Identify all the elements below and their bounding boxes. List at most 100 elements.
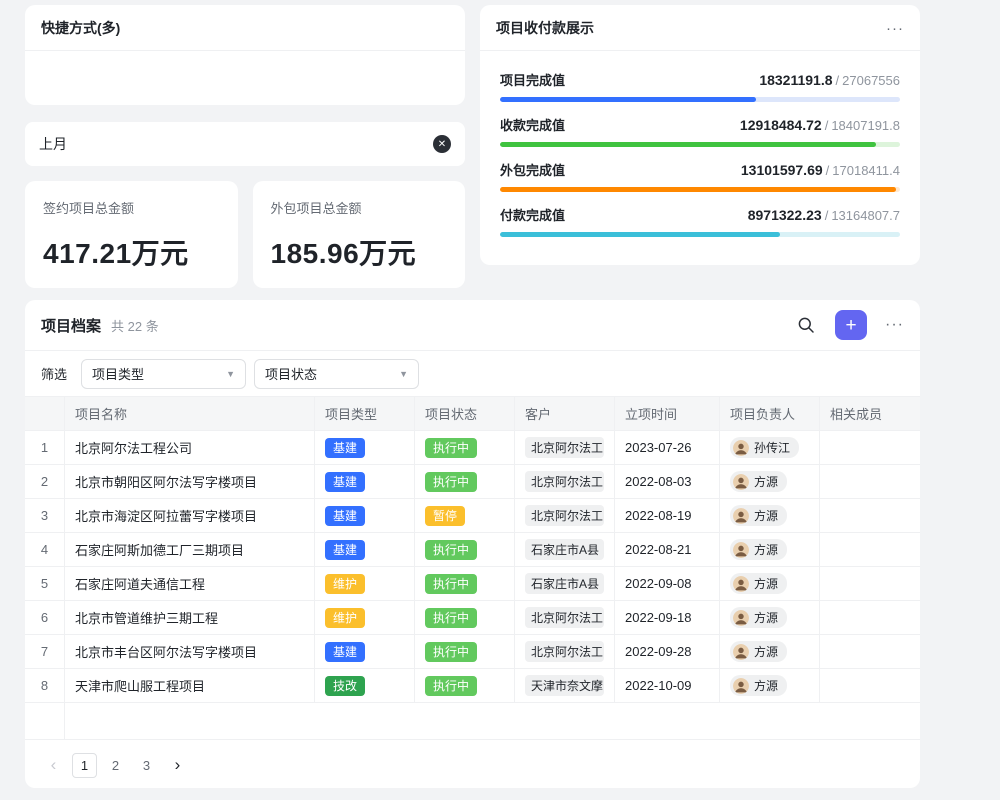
owner-cell[interactable]: 方源	[720, 533, 820, 566]
table-row[interactable]: 8 天津市爬山服工程项目 技改 执行中 天津市奈文摩 2022-10-09 方源	[25, 669, 920, 703]
customer-cell[interactable]: 北京阿尔法工	[515, 635, 615, 668]
add-record-button[interactable]: +	[835, 310, 867, 340]
members-cell[interactable]	[820, 431, 920, 464]
column-header-status[interactable]: 项目状态	[415, 397, 515, 430]
start-date-cell[interactable]: 2022-08-21	[615, 533, 720, 566]
record-count: 共 22 条	[111, 316, 159, 335]
project-status-cell[interactable]: 执行中	[415, 533, 515, 566]
shortcuts-title: 快捷方式(多)	[41, 18, 120, 38]
owner-cell[interactable]: 方源	[720, 465, 820, 498]
more-icon[interactable]: ···	[886, 20, 904, 37]
table-row[interactable]: 3 北京市海淀区阿拉蕾写字楼项目 基建 暂停 北京阿尔法工 2022-08-19…	[25, 499, 920, 533]
progress-label: 收款完成值	[500, 115, 565, 134]
project-name-cell[interactable]: 石家庄阿斯加德工厂三期项目	[65, 533, 315, 566]
project-type-cell[interactable]: 基建	[315, 465, 415, 498]
project-type-cell[interactable]: 基建	[315, 533, 415, 566]
start-date-cell[interactable]: 2022-08-03	[615, 465, 720, 498]
project-type-cell[interactable]: 技改	[315, 669, 415, 702]
project-name-cell[interactable]: 石家庄阿道夫通信工程	[65, 567, 315, 600]
customer-chip: 北京阿尔法工	[525, 505, 604, 526]
customer-cell[interactable]: 北京阿尔法工	[515, 499, 615, 532]
column-header-type[interactable]: 项目类型	[315, 397, 415, 430]
row-index: 5	[25, 567, 65, 600]
start-date-cell[interactable]: 2022-09-08	[615, 567, 720, 600]
progress-fill	[500, 187, 896, 192]
customer-chip: 北京阿尔法工	[525, 607, 604, 628]
row-index: 6	[25, 601, 65, 634]
owner-cell[interactable]: 孙传江	[720, 431, 820, 464]
members-cell[interactable]	[820, 465, 920, 498]
project-status-cell[interactable]: 执行中	[415, 567, 515, 600]
members-cell[interactable]	[820, 601, 920, 634]
project-name-cell[interactable]: 天津市爬山服工程项目	[65, 669, 315, 702]
customer-cell[interactable]: 北京阿尔法工	[515, 431, 615, 464]
project-status-cell[interactable]: 执行中	[415, 465, 515, 498]
chevron-down-icon: ▼	[399, 369, 408, 379]
table-row[interactable]: 7 北京市丰台区阿尔法写字楼项目 基建 执行中 北京阿尔法工 2022-09-2…	[25, 635, 920, 669]
avatar	[733, 678, 749, 694]
table-header-row: 项目名称 项目类型 项目状态 客户 立项时间 项目负责人 相关成员	[25, 396, 920, 431]
customer-cell[interactable]: 北京阿尔法工	[515, 601, 615, 634]
project-status-cell[interactable]: 执行中	[415, 601, 515, 634]
table-row[interactable]: 1 北京阿尔法工程公司 基建 执行中 北京阿尔法工 2023-07-26 孙传江	[25, 431, 920, 465]
pagination-prev-icon[interactable]: ‹	[41, 753, 66, 778]
customer-cell[interactable]: 石家庄市A县	[515, 567, 615, 600]
start-date-cell[interactable]: 2022-08-19	[615, 499, 720, 532]
project-status-cell[interactable]: 执行中	[415, 635, 515, 668]
table-row[interactable]: 6 北京市管道维护三期工程 维护 执行中 北京阿尔法工 2022-09-18 方…	[25, 601, 920, 635]
members-cell[interactable]	[820, 499, 920, 532]
pagination-page-3[interactable]: 3	[134, 753, 159, 778]
customer-cell[interactable]: 石家庄市A县	[515, 533, 615, 566]
pagination-page-2[interactable]: 2	[103, 753, 128, 778]
project-status-cell[interactable]: 执行中	[415, 431, 515, 464]
project-type-cell[interactable]: 基建	[315, 431, 415, 464]
pagination-page-1[interactable]: 1	[72, 753, 97, 778]
project-status-cell[interactable]: 暂停	[415, 499, 515, 532]
table-row[interactable]: 2 北京市朝阳区阿尔法写字楼项目 基建 执行中 北京阿尔法工 2022-08-0…	[25, 465, 920, 499]
owner-cell[interactable]: 方源	[720, 567, 820, 600]
customer-cell[interactable]: 北京阿尔法工	[515, 465, 615, 498]
more-icon[interactable]: ···	[885, 316, 904, 334]
type-tag: 基建	[325, 642, 365, 662]
members-cell[interactable]	[820, 533, 920, 566]
owner-name: 方源	[754, 575, 778, 592]
column-header-owner[interactable]: 项目负责人	[720, 397, 820, 430]
pagination-next-icon[interactable]: ›	[165, 753, 190, 778]
customer-cell[interactable]: 天津市奈文摩	[515, 669, 615, 702]
clear-filter-icon[interactable]: ✕	[433, 135, 451, 153]
owner-cell[interactable]: 方源	[720, 669, 820, 702]
project-name-cell[interactable]: 北京市丰台区阿尔法写字楼项目	[65, 635, 315, 668]
column-header-customer[interactable]: 客户	[515, 397, 615, 430]
start-date-cell[interactable]: 2022-09-28	[615, 635, 720, 668]
progress-track	[500, 232, 900, 237]
start-date-cell[interactable]: 2022-10-09	[615, 669, 720, 702]
owner-cell[interactable]: 方源	[720, 601, 820, 634]
table-row[interactable]: 5 石家庄阿道夫通信工程 维护 执行中 石家庄市A县 2022-09-08 方源	[25, 567, 920, 601]
project-type-cell[interactable]: 基建	[315, 499, 415, 532]
owner-cell[interactable]: 方源	[720, 499, 820, 532]
index-column-header	[25, 397, 65, 430]
project-type-cell[interactable]: 基建	[315, 635, 415, 668]
start-date-cell[interactable]: 2022-09-18	[615, 601, 720, 634]
project-name-cell[interactable]: 北京市朝阳区阿尔法写字楼项目	[65, 465, 315, 498]
progress-value: 13101597.69/17018411.4	[741, 162, 900, 178]
project-status-filter-dropdown[interactable]: 项目状态 ▼	[254, 359, 419, 389]
table-row[interactable]: 4 石家庄阿斯加德工厂三期项目 基建 执行中 石家庄市A县 2022-08-21…	[25, 533, 920, 567]
owner-cell[interactable]: 方源	[720, 635, 820, 668]
project-status-cell[interactable]: 执行中	[415, 669, 515, 702]
column-header-name[interactable]: 项目名称	[65, 397, 315, 430]
start-date-cell[interactable]: 2023-07-26	[615, 431, 720, 464]
column-header-date[interactable]: 立项时间	[615, 397, 720, 430]
members-cell[interactable]	[820, 669, 920, 702]
time-filter-pill[interactable]: 上月 ✕	[25, 122, 465, 166]
column-header-members[interactable]: 相关成员	[820, 397, 920, 430]
project-type-filter-dropdown[interactable]: 项目类型 ▼	[81, 359, 246, 389]
search-icon[interactable]	[797, 316, 815, 334]
project-name-cell[interactable]: 北京市管道维护三期工程	[65, 601, 315, 634]
project-name-cell[interactable]: 北京市海淀区阿拉蕾写字楼项目	[65, 499, 315, 532]
project-name-cell[interactable]: 北京阿尔法工程公司	[65, 431, 315, 464]
project-type-cell[interactable]: 维护	[315, 567, 415, 600]
members-cell[interactable]	[820, 567, 920, 600]
members-cell[interactable]	[820, 635, 920, 668]
project-type-cell[interactable]: 维护	[315, 601, 415, 634]
